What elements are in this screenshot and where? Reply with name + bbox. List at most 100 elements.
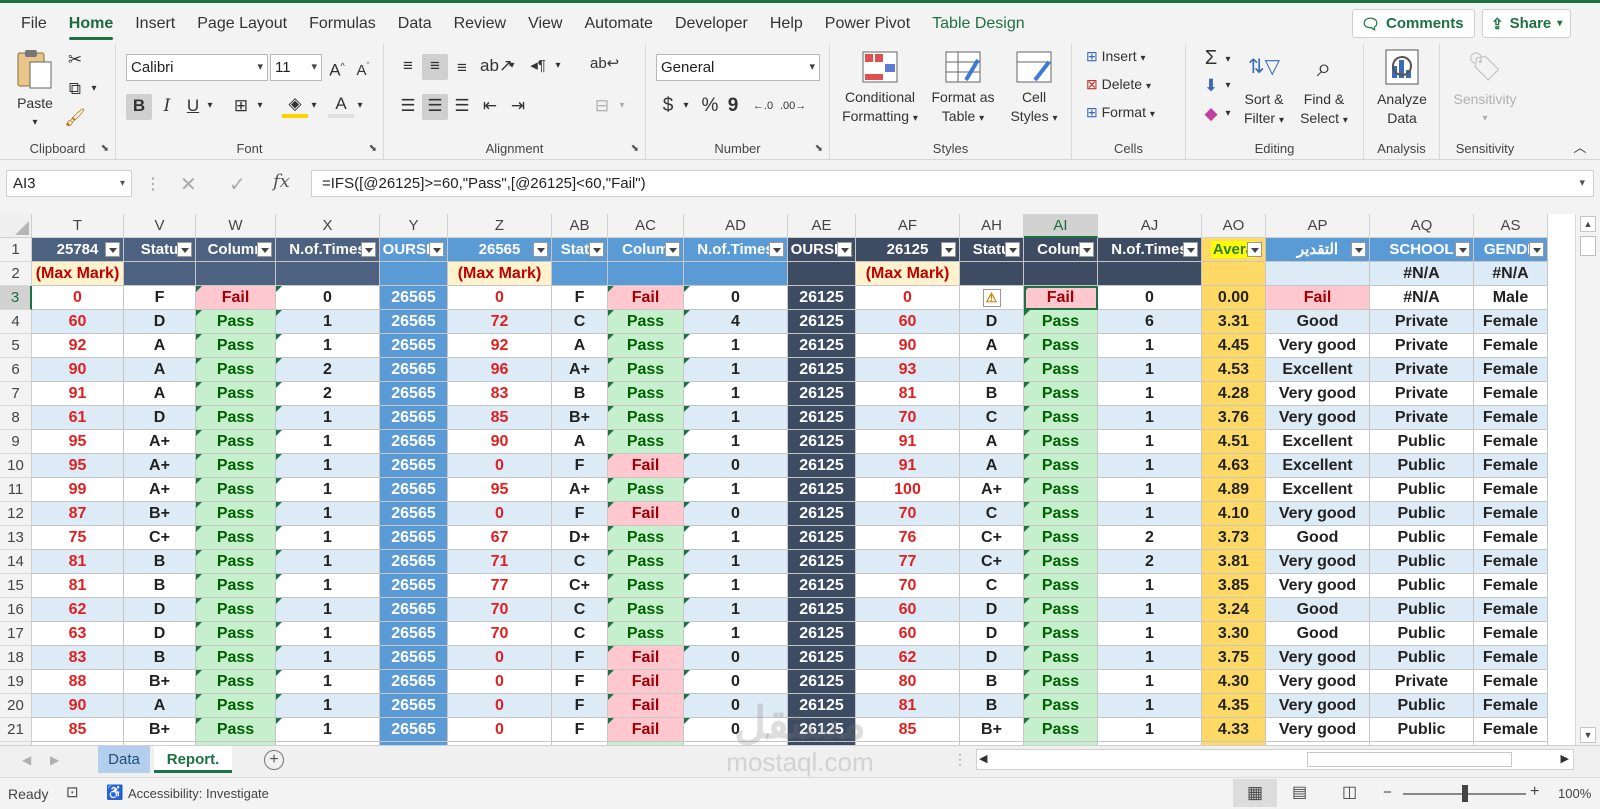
cell[interactable] [1202,262,1266,286]
table-cell[interactable]: 26125 [788,502,856,526]
increase-font-icon[interactable]: A^ [326,54,348,83]
tab-data[interactable]: Data [387,3,443,44]
row-header-5[interactable]: 5 [0,334,32,358]
table-cell[interactable]: 0 [684,646,788,670]
table-cell[interactable]: 1 [276,718,380,742]
table-cell[interactable]: Pass [608,334,684,358]
table-cell[interactable]: Pass [196,598,276,622]
table-cell[interactable]: Pass [1024,310,1098,334]
table-cell[interactable]: B+ [552,406,608,430]
table-header-cell[interactable]: 26565 [448,238,552,262]
align-middle-icon[interactable]: ≡ [422,54,448,80]
bold-button[interactable]: B [126,94,152,120]
table-cell[interactable]: 4.63 [1202,454,1266,478]
table-cell[interactable]: Female [1474,478,1548,502]
table-cell[interactable]: #N/A [1370,286,1474,310]
row-header-13[interactable]: 13 [0,526,32,550]
normal-view-icon[interactable]: ▦ [1233,779,1277,807]
column-header-x[interactable]: X [276,214,380,238]
table-cell[interactable]: 2 [276,358,380,382]
select-all-button[interactable] [0,214,32,238]
filter-dropdown-icon[interactable] [1005,242,1020,257]
table-cell[interactable]: F [124,286,196,310]
scroll-left-icon[interactable]: ◀ [979,752,987,765]
table-header-cell[interactable]: Statu [960,238,1024,262]
zoom-level[interactable]: 100% [1558,786,1591,801]
table-cell[interactable]: Pass [196,574,276,598]
table-header-cell[interactable]: Colum [608,238,684,262]
table-cell[interactable]: Pass [196,646,276,670]
table-cell[interactable]: 70 [448,622,552,646]
table-cell[interactable]: Pass [1024,406,1098,430]
cell[interactable] [380,262,448,286]
table-cell[interactable]: 4 [684,310,788,334]
table-cell[interactable]: A+ [552,358,608,382]
table-cell[interactable]: Public [1370,646,1474,670]
cell[interactable] [552,262,608,286]
table-cell[interactable]: Private [1370,310,1474,334]
table-cell[interactable]: 3.75 [1202,646,1266,670]
cell[interactable] [196,262,276,286]
row-header-19[interactable]: 19 [0,670,32,694]
table-cell[interactable]: 1 [276,478,380,502]
clear-icon[interactable]: ◆ [1200,102,1222,126]
table-cell[interactable]: Female [1474,334,1548,358]
table-cell[interactable]: C [552,622,608,646]
table-header-cell[interactable]: Statu [124,238,196,262]
table-cell[interactable]: 1 [1098,454,1202,478]
table-cell[interactable]: 26125 [788,574,856,598]
table-cell[interactable]: 1 [276,502,380,526]
table-cell[interactable]: D [124,598,196,622]
table-cell[interactable]: Pass [1024,478,1098,502]
filter-dropdown-icon[interactable] [1529,242,1544,257]
fill-color-icon[interactable]: ◈ [282,92,308,118]
table-cell[interactable]: 1 [276,550,380,574]
table-cell[interactable]: 91 [856,430,960,454]
column-header-as[interactable]: AS [1474,214,1548,238]
table-cell[interactable]: 4.53 [1202,358,1266,382]
table-cell[interactable]: 1 [684,622,788,646]
column-header-ao[interactable]: AO [1202,214,1266,238]
conditional-formatting-button[interactable]: Conditional Formatting ▾ [838,50,922,128]
table-cell[interactable]: Female [1474,718,1548,742]
table-cell[interactable]: Female [1474,550,1548,574]
comments-button[interactable]: 🗨 Comments [1352,9,1475,38]
table-cell[interactable]: Public [1370,430,1474,454]
align-left-icon[interactable]: ☰ [396,94,420,118]
table-cell[interactable]: B [552,382,608,406]
table-cell[interactable]: 90 [448,430,552,454]
table-cell[interactable]: 4.89 [1202,478,1266,502]
copy-icon[interactable]: ⧉ [64,77,86,101]
active-cell[interactable]: Fail [1024,286,1098,310]
table-cell[interactable]: 26565 [380,598,448,622]
table-cell[interactable]: 85 [32,718,124,742]
align-top-icon[interactable]: ≡ [396,54,420,78]
table-cell[interactable]: Pass [196,454,276,478]
table-cell[interactable]: 71 [448,550,552,574]
table-cell[interactable]: Public [1370,622,1474,646]
table-cell[interactable]: 91 [32,382,124,406]
table-cell[interactable]: Pass [1024,502,1098,526]
borders-icon[interactable]: ⊞ [228,94,254,118]
cell[interactable] [960,262,1024,286]
table-cell[interactable]: 26125 [788,334,856,358]
table-cell[interactable]: 80 [856,670,960,694]
table-header-cell[interactable]: SCHOOL [1370,238,1474,262]
table-cell[interactable]: 85 [856,718,960,742]
table-cell[interactable]: Very good [1266,718,1370,742]
table-cell[interactable]: 26125 [788,454,856,478]
table-cell[interactable]: 1 [684,334,788,358]
table-cell[interactable]: C+ [552,574,608,598]
table-cell[interactable]: 4.33 [1202,718,1266,742]
table-cell[interactable]: F [552,718,608,742]
table-cell[interactable]: 1 [276,406,380,430]
table-cell[interactable]: 6 [1098,310,1202,334]
sensitivity-button[interactable]: 🏷 Sensitivity ▾ [1446,48,1524,128]
table-cell[interactable]: 4.30 [1202,670,1266,694]
table-cell[interactable]: A+ [124,430,196,454]
table-cell[interactable]: Very good [1266,646,1370,670]
table-cell[interactable]: Pass [1024,430,1098,454]
table-cell[interactable]: 1 [276,334,380,358]
font-color-icon[interactable]: A [328,92,354,118]
table-cell[interactable]: B [124,550,196,574]
